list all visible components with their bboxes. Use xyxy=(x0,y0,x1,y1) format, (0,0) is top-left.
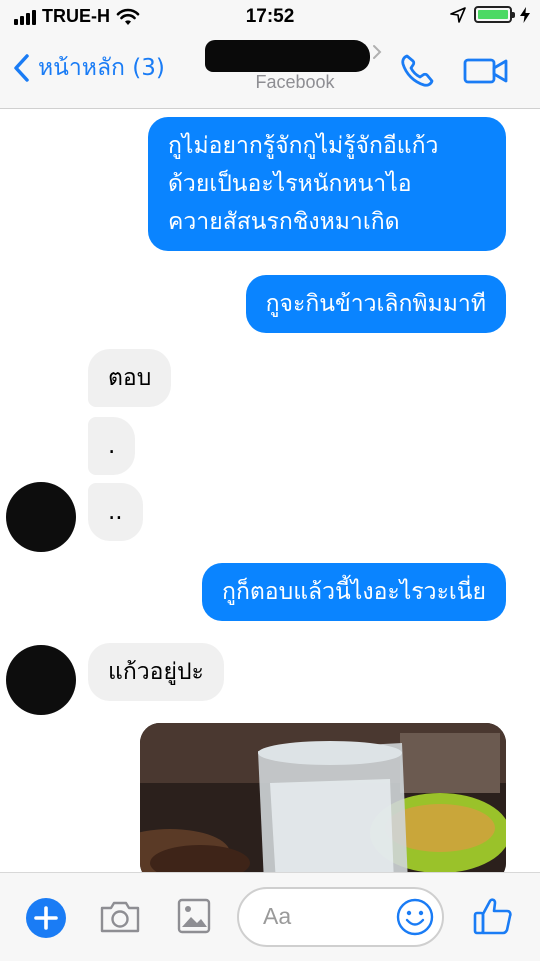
plus-icon[interactable] xyxy=(25,897,67,939)
message-input-placeholder: Aa xyxy=(263,903,292,929)
video-icon[interactable] xyxy=(463,56,509,86)
status-right xyxy=(450,6,530,23)
incoming-message[interactable]: . xyxy=(88,417,136,475)
message-list[interactable]: กูไม่อยากรู้จักกูไม่รู้จักอีแก้ว ด้วยเป็… xyxy=(0,109,540,872)
outgoing-message[interactable]: กูไม่อยากรู้จักกูไม่รู้จักอีแก้ว ด้วยเป็… xyxy=(148,117,506,251)
image-icon[interactable] xyxy=(176,897,212,935)
incoming-message[interactable]: ตอบ xyxy=(88,349,172,407)
charging-icon xyxy=(520,6,530,23)
contact-subtitle: Facebook xyxy=(255,72,335,92)
phone-icon[interactable] xyxy=(398,52,436,90)
composer-bar: Aa xyxy=(0,872,540,961)
photo-content xyxy=(140,723,506,872)
avatar-redacted[interactable] xyxy=(6,645,76,715)
message-input[interactable]: Aa xyxy=(237,887,444,947)
chevron-right-icon xyxy=(373,45,382,59)
status-bar: TRUE-H 17:52 xyxy=(0,0,540,36)
outgoing-message[interactable]: กูจะกินข้าวเลิกพิมมาที xyxy=(245,275,506,333)
battery-icon xyxy=(474,6,515,23)
location-arrow-icon xyxy=(450,6,466,23)
emoji-icon[interactable] xyxy=(396,898,434,936)
avatar-redacted[interactable] xyxy=(6,482,76,552)
camera-icon[interactable] xyxy=(98,899,142,935)
contact-name-redacted[interactable] xyxy=(205,40,370,72)
conversation-header: หน้าหลัก (3) Facebook xyxy=(0,36,540,109)
photo-message[interactable] xyxy=(140,723,506,872)
like-icon[interactable] xyxy=(472,895,514,937)
incoming-message[interactable]: แก้วอยู่ปะ xyxy=(88,643,224,701)
outgoing-message[interactable]: กูก็ตอบแล้วนี้ไงอะไรวะเนี่ย xyxy=(202,563,506,621)
incoming-message[interactable]: .. xyxy=(88,483,143,541)
